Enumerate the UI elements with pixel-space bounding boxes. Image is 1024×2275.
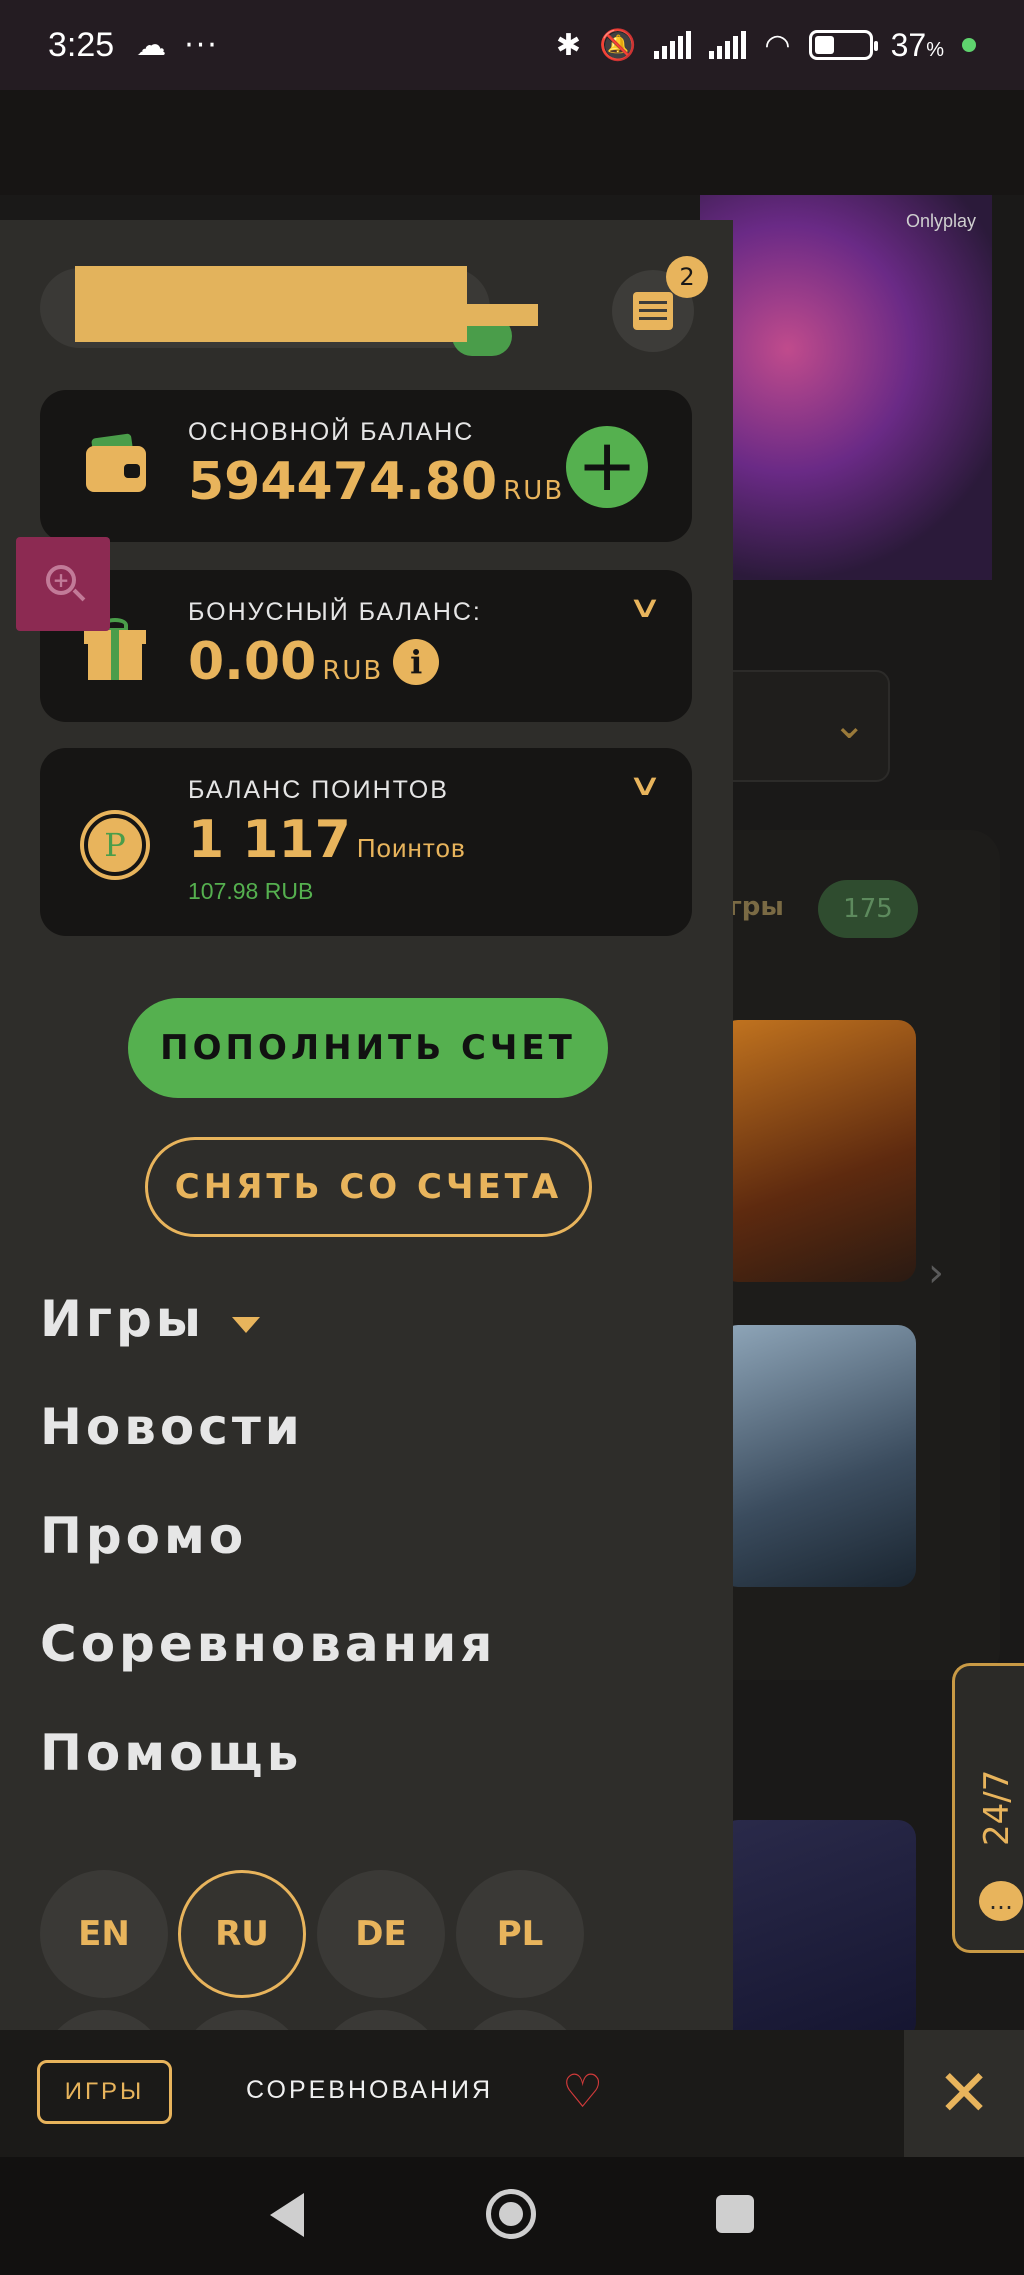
menu-item-games[interactable]: Игры	[40, 1290, 205, 1348]
wifi-icon: ◠	[764, 27, 791, 63]
game-card[interactable]	[720, 1325, 916, 1587]
caret-down-icon[interactable]	[232, 1317, 260, 1333]
game-card[interactable]	[720, 1820, 916, 2040]
bonus-balance-card[interactable]: БОНУСНЫЙ БАЛАНС: 0.00 RUB i ∨	[40, 570, 692, 722]
privacy-indicator-dot	[962, 38, 976, 52]
notepad-icon	[633, 292, 673, 330]
chevron-down-icon: ⌄	[832, 702, 866, 748]
bonus-balance-label: БОНУСНЫЙ БАЛАНС:	[188, 598, 482, 626]
status-bar: 3:25 ☁ ··· ✱ 🔕 ◠ 37%	[0, 0, 1024, 90]
language-pl[interactable]: PL	[456, 1870, 584, 1998]
chat-icon: …	[979, 1881, 1023, 1921]
notifications-count-badge: 2	[666, 256, 708, 298]
home-icon[interactable]	[486, 2189, 536, 2239]
menu-item-help[interactable]: Помощь	[40, 1724, 302, 1782]
status-time: 3:25	[48, 25, 115, 64]
language-de[interactable]: DE	[317, 1870, 445, 1998]
main-balance-card: ОСНОВНОЙ БАЛАНС 594474.80 RUB +	[40, 390, 692, 542]
points-coin-icon: P	[84, 814, 146, 876]
tab-games[interactable]: ИГРЫ	[37, 2060, 172, 2124]
bonus-balance-amount: 0.00 RUB i	[188, 632, 440, 692]
page-header	[0, 90, 1024, 195]
info-icon[interactable]: i	[393, 639, 440, 685]
signal-icon	[654, 31, 692, 59]
language-ru[interactable]: RU	[178, 1870, 306, 1998]
system-nav-bar	[0, 2157, 1024, 2275]
support-label: 24/7	[977, 1769, 1017, 1846]
close-icon: ✕	[937, 2056, 991, 2131]
tab-competitions[interactable]: СОРЕВНОВАНИЯ	[246, 2076, 493, 2105]
language-en[interactable]: EN	[40, 1870, 168, 1998]
language-option[interactable]	[456, 2010, 584, 2030]
close-drawer-button[interactable]: ✕	[904, 2030, 1024, 2157]
zoom-in-icon: +	[46, 565, 76, 595]
deposit-button[interactable]: ПОПОЛНИТЬ СЧЕТ	[128, 998, 608, 1098]
menu-item-promo[interactable]: Промо	[40, 1507, 247, 1565]
battery-icon	[808, 30, 878, 60]
main-balance-label: ОСНОВНОЙ БАЛАНС	[188, 418, 475, 446]
points-balance-label: БАЛАНС ПОИНТОВ	[188, 776, 449, 804]
chevron-down-icon[interactable]: ∨	[627, 590, 662, 625]
promo-banner[interactable]: Onlyplay	[700, 195, 992, 580]
more-notifications-icon: ···	[184, 27, 219, 63]
main-balance-amount: 594474.80 RUB	[188, 452, 565, 512]
banner-brand: Onlyplay	[905, 211, 976, 231]
support-tab[interactable]: 24/7 …	[952, 1663, 1024, 1953]
signal-icon-2	[709, 31, 747, 59]
wallet-icon	[86, 433, 146, 492]
recent-apps-icon[interactable]	[716, 2195, 754, 2233]
redacted-username	[75, 266, 467, 342]
zoom-button[interactable]: +	[16, 537, 110, 631]
points-rub-equivalent: 107.98 RUB	[188, 878, 314, 904]
cloud-icon: ☁	[136, 27, 167, 63]
side-drawer: 2 ОСНОВНОЙ БАЛАНС 594474.80 RUB + БОНУСНЫ…	[0, 220, 733, 2030]
withdraw-button[interactable]: СНЯТЬ СО СЧЕТА	[145, 1137, 592, 1237]
add-funds-button[interactable]: +	[566, 426, 648, 508]
points-balance-amount: 1 117 Поинтов	[188, 810, 466, 870]
chevron-right-icon[interactable]: ›	[928, 1250, 944, 1296]
bluetooth-icon: ✱	[555, 27, 582, 63]
language-option[interactable]	[40, 2010, 168, 2030]
battery-level: 37%	[890, 26, 944, 63]
bottom-tab-bar: ИГРЫ СОРЕВНОВАНИЯ ♡ ✕	[0, 2030, 1024, 2157]
games-count-badge: 175	[818, 880, 918, 938]
back-icon[interactable]	[270, 2193, 304, 2237]
app-screen: 3:25 ☁ ··· ✱ 🔕 ◠ 37% Onlyplay ⌄ игры 175…	[0, 0, 1024, 2275]
menu-item-competitions[interactable]: Соревнования	[40, 1615, 496, 1673]
mute-icon: 🔕	[599, 27, 637, 63]
language-option[interactable]	[317, 2010, 445, 2030]
chevron-down-icon[interactable]: ∨	[627, 768, 662, 803]
redacted-username-tail	[460, 304, 538, 326]
heart-icon[interactable]: ♡	[562, 2064, 603, 2118]
points-balance-card[interactable]: P БАЛАНС ПОИНТОВ 1 117 Поинтов 107.98 RUB…	[40, 748, 692, 936]
menu-item-news[interactable]: Новости	[40, 1398, 304, 1456]
game-card[interactable]	[720, 1020, 916, 1282]
language-option[interactable]	[178, 2010, 306, 2030]
